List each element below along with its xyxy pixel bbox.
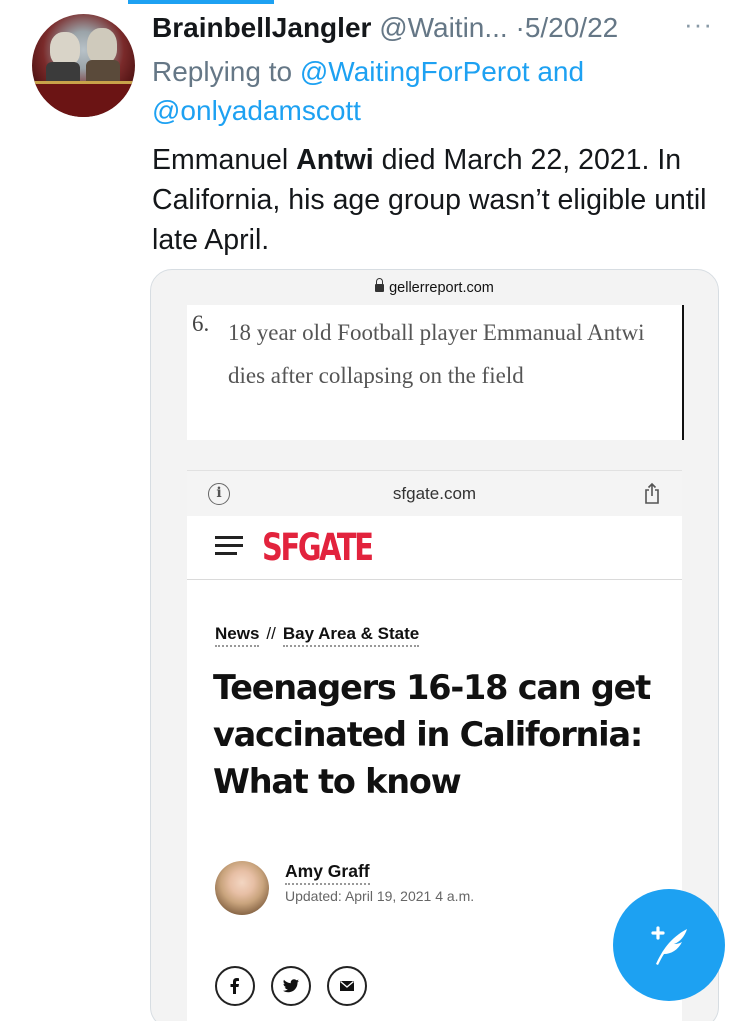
breadcrumb: News//Bay Area & State [215,624,420,647]
geller-article-excerpt: 6. 18 year old Football player Emmanual … [187,305,684,440]
reply-mention-onlyadamscott[interactable]: @onlyadamscott [152,95,361,126]
user-avatar[interactable] [32,14,135,117]
reply-mention-waitingforperot[interactable]: @WaitingForPerot [300,56,530,87]
tweet-text-bold: Antwi [296,144,374,176]
header-divider [187,579,682,580]
tweet-text: Emmanuel Antwi died March 22, 2021. In C… [152,144,707,256]
top-scroll-indicator [128,0,274,4]
article-updated: Updated: April 19, 2021 4 a.m. [285,888,475,904]
sfgate-domain: sfgate.com [392,484,477,503]
replying-to: Replying to @WaitingForPerot and @onlyad… [152,52,712,130]
tweet-date[interactable]: 5/20/22 [525,12,618,43]
email-icon [327,966,367,1006]
sfgate-address-bar: i sfgate.com [187,470,682,516]
reply-and[interactable]: and [537,56,584,87]
breadcrumb-section: Bay Area & State [282,624,420,647]
facebook-icon [215,966,255,1006]
author-avatar [215,861,269,915]
geller-item-number: 6. [192,311,210,336]
tweet-header: BrainbellJangler @Waitin... ·5/20/22 [152,11,618,45]
author-name: Amy Graff [285,861,370,885]
sfgate-logo: SFGATE [262,526,374,569]
more-icon[interactable]: ··· [684,9,713,40]
separator-dot: · [515,12,525,43]
user-handle[interactable]: @Waitin... [379,12,508,43]
compose-tweet-icon [651,926,687,965]
geller-address-bar: gellerreport.com [151,278,718,296]
display-name[interactable]: BrainbellJangler [152,12,371,43]
geller-domain: gellerreport.com [389,280,494,296]
article-headline: Teenagers 16-18 can get vaccinated in Ca… [213,668,651,801]
geller-item-text: 18 year old Football player Emmanual Ant… [228,320,645,388]
sfgate-page: SFGATE News//Bay Area & State Teenagers … [187,516,682,1021]
hamburger-menu-icon [215,536,243,556]
replying-to-label: Replying to [152,56,293,87]
breadcrumb-news: News [215,624,260,647]
compose-tweet-button[interactable] [613,889,725,1001]
share-icon [645,482,659,504]
lock-icon [375,278,385,292]
twitter-icon [271,966,311,1006]
